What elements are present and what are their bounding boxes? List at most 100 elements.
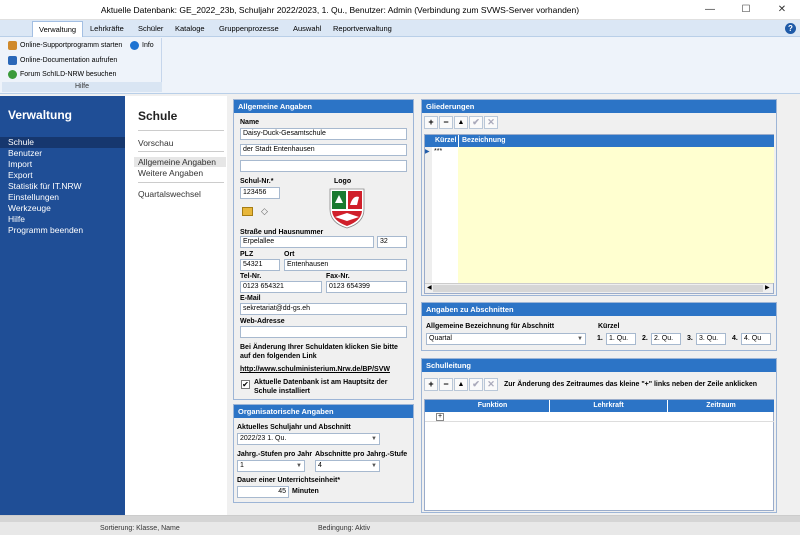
add-button[interactable]: +	[424, 378, 438, 391]
cancel-button[interactable]: ✕	[484, 116, 498, 129]
jahrgang-label: Jahrg.-Stufen pro Jahr	[237, 451, 313, 458]
minimize-button[interactable]: —	[692, 0, 728, 20]
name3-field[interactable]	[240, 160, 407, 172]
sub-item-weitere-angaben[interactable]: Weitere Angaben	[138, 168, 203, 178]
add-button[interactable]: +	[424, 116, 438, 129]
eraser-icon[interactable]: ◇	[261, 206, 271, 216]
scroll-right-icon[interactable]: ▶	[765, 284, 770, 291]
forum-button[interactable]: Forum SchILD-NRW besuchen	[8, 70, 116, 79]
gliederungen-grid[interactable]: Kürzel Bezeichnung ▶ *** ◀ ▶	[424, 134, 774, 294]
cancel-button[interactable]: ✕	[484, 378, 498, 391]
schulleitung-hint: Zur Änderung des Zeitraumes das kleine "…	[504, 381, 758, 388]
abschnitte-select[interactable]: 4 ▼	[315, 460, 380, 472]
menu-lehrkraefte[interactable]: Lehrkräfte	[84, 21, 130, 37]
expand-icon[interactable]: +	[436, 413, 444, 421]
menu-kataloge[interactable]: Kataloge	[169, 21, 211, 37]
k1-field[interactable]: 1. Qu.	[606, 333, 636, 345]
table-row[interactable]: +	[425, 412, 774, 422]
k2-field[interactable]: 2. Qu.	[651, 333, 681, 345]
divider	[138, 130, 224, 131]
ort-field[interactable]: Entenhausen	[284, 259, 407, 271]
menu-reportverwaltung[interactable]: Reportverwaltung	[327, 21, 398, 37]
tel-field[interactable]: 0123 654321	[240, 281, 322, 293]
k4-field[interactable]: 4. Qu	[741, 333, 771, 345]
maximize-button[interactable]: ☐	[728, 0, 764, 20]
col-zeitraum[interactable]: Zeitraum	[667, 400, 774, 412]
close-button[interactable]: ✕	[764, 0, 800, 20]
ribbon: Online-Supportprogramm starten Info Onli…	[0, 37, 800, 94]
fax-field[interactable]: 0123 654399	[326, 281, 407, 293]
email-field[interactable]: sekretariat@dd-gs.eh	[240, 303, 407, 315]
folder-icon[interactable]	[242, 207, 253, 216]
docs-icon	[8, 56, 17, 65]
scroll-thumb[interactable]	[433, 285, 763, 292]
menu-auswahl[interactable]: Auswahl	[287, 21, 327, 37]
abschnitt-bez-select[interactable]: Quartal ▼	[426, 333, 586, 345]
k3-label: 3.	[687, 335, 693, 342]
ok-button[interactable]: ✔	[469, 116, 483, 129]
schulnr-field[interactable]: 123456	[240, 187, 280, 199]
hausnr-field[interactable]: 32	[377, 236, 407, 248]
nrw-logo[interactable]	[327, 187, 367, 229]
splitter[interactable]	[227, 96, 232, 515]
nav-item-programm-beenden[interactable]: Programm beenden	[0, 225, 125, 236]
jahrgang-select[interactable]: 1 ▼	[237, 460, 305, 472]
nav-item-einstellungen[interactable]: Einstellungen	[0, 192, 125, 203]
scroll-left-icon[interactable]: ◀	[427, 284, 432, 291]
nav-item-hilfe[interactable]: Hilfe	[0, 214, 125, 225]
strasse-field[interactable]: Erpelallee	[240, 236, 374, 248]
abschnitt-bez-value: Quartal	[429, 335, 452, 342]
gliederungen-panel: Gliederungen + − ▲ ✔ ✕ Kürzel Bezeichnun…	[421, 99, 777, 296]
sub-item-allgemeine-angaben[interactable]: Allgemeine Angaben	[134, 157, 226, 167]
nav-item-statistik[interactable]: Statistik für IT.NRW	[0, 181, 125, 192]
nav-item-export[interactable]: Export	[0, 170, 125, 181]
schulministerium-link[interactable]: http://www.schulministerium.Nrw.de/BP/SV…	[240, 366, 390, 373]
chevron-down-icon: ▼	[577, 336, 583, 342]
panel-title: Gliederungen	[422, 100, 776, 113]
status-sort: Sortierung: Klasse, Name	[100, 525, 180, 532]
nav-item-werkzeuge[interactable]: Werkzeuge	[0, 203, 125, 214]
menu-schueler[interactable]: Schüler	[132, 21, 169, 37]
logo-label: Logo	[334, 178, 352, 185]
docs-button[interactable]: Online-Documentation aufrufen	[8, 56, 117, 65]
menu-verwaltung[interactable]: Verwaltung	[32, 21, 84, 37]
new-row-marker[interactable]: ***	[432, 147, 458, 157]
plz-field[interactable]: 54321	[240, 259, 280, 271]
horizontal-scrollbar[interactable]: ◀ ▶	[425, 283, 773, 293]
up-button[interactable]: ▲	[454, 116, 468, 129]
col-funktion[interactable]: Funktion	[436, 400, 549, 412]
remove-button[interactable]: −	[439, 378, 453, 391]
col-kuerzel[interactable]: Kürzel	[432, 135, 458, 147]
web-field[interactable]	[240, 326, 407, 338]
grid-body[interactable]	[458, 147, 774, 283]
name2-field[interactable]: der Stadt Entenhausen	[240, 144, 407, 156]
dauer-field[interactable]: 45	[237, 486, 289, 498]
help-icon[interactable]: ?	[785, 23, 796, 34]
col-lehrkraft[interactable]: Lehrkraft	[549, 400, 667, 412]
k3-field[interactable]: 3. Qu.	[696, 333, 726, 345]
ok-button[interactable]: ✔	[469, 378, 483, 391]
up-button[interactable]: ▲	[454, 378, 468, 391]
forum-icon	[8, 70, 17, 79]
nav-item-benutzer[interactable]: Benutzer	[0, 148, 125, 159]
schulleitung-grid[interactable]: Funktion Lehrkraft Zeitraum +	[424, 399, 774, 511]
tel-label: Tel-Nr.	[240, 273, 262, 280]
sub-item-quartalswechsel[interactable]: Quartalswechsel	[138, 189, 201, 199]
hauptsitz-checkbox[interactable]: ✔	[241, 380, 250, 389]
nav-item-schule[interactable]: Schule	[0, 137, 125, 148]
name1-field[interactable]: Daisy-Duck-Gesamtschule	[240, 128, 407, 140]
info-label: Info	[142, 42, 154, 49]
docs-label: Online-Documentation aufrufen	[20, 57, 118, 64]
info-button[interactable]: Info	[130, 41, 154, 50]
menu-gruppenprozesse[interactable]: Gruppenprozesse	[213, 21, 285, 37]
sub-item-vorschau[interactable]: Vorschau	[138, 138, 173, 148]
chevron-down-icon: ▼	[371, 436, 377, 442]
support-button[interactable]: Online-Supportprogramm starten	[8, 41, 122, 50]
nav-item-import[interactable]: Import	[0, 159, 125, 170]
schuljahr-select[interactable]: 2022/23 1. Qu. ▼	[237, 433, 380, 445]
remove-button[interactable]: −	[439, 116, 453, 129]
col-bezeichnung[interactable]: Bezeichnung	[458, 135, 774, 147]
progress-bar	[0, 516, 800, 522]
left-nav-title: Verwaltung	[8, 108, 73, 122]
ort-label: Ort	[284, 251, 295, 258]
